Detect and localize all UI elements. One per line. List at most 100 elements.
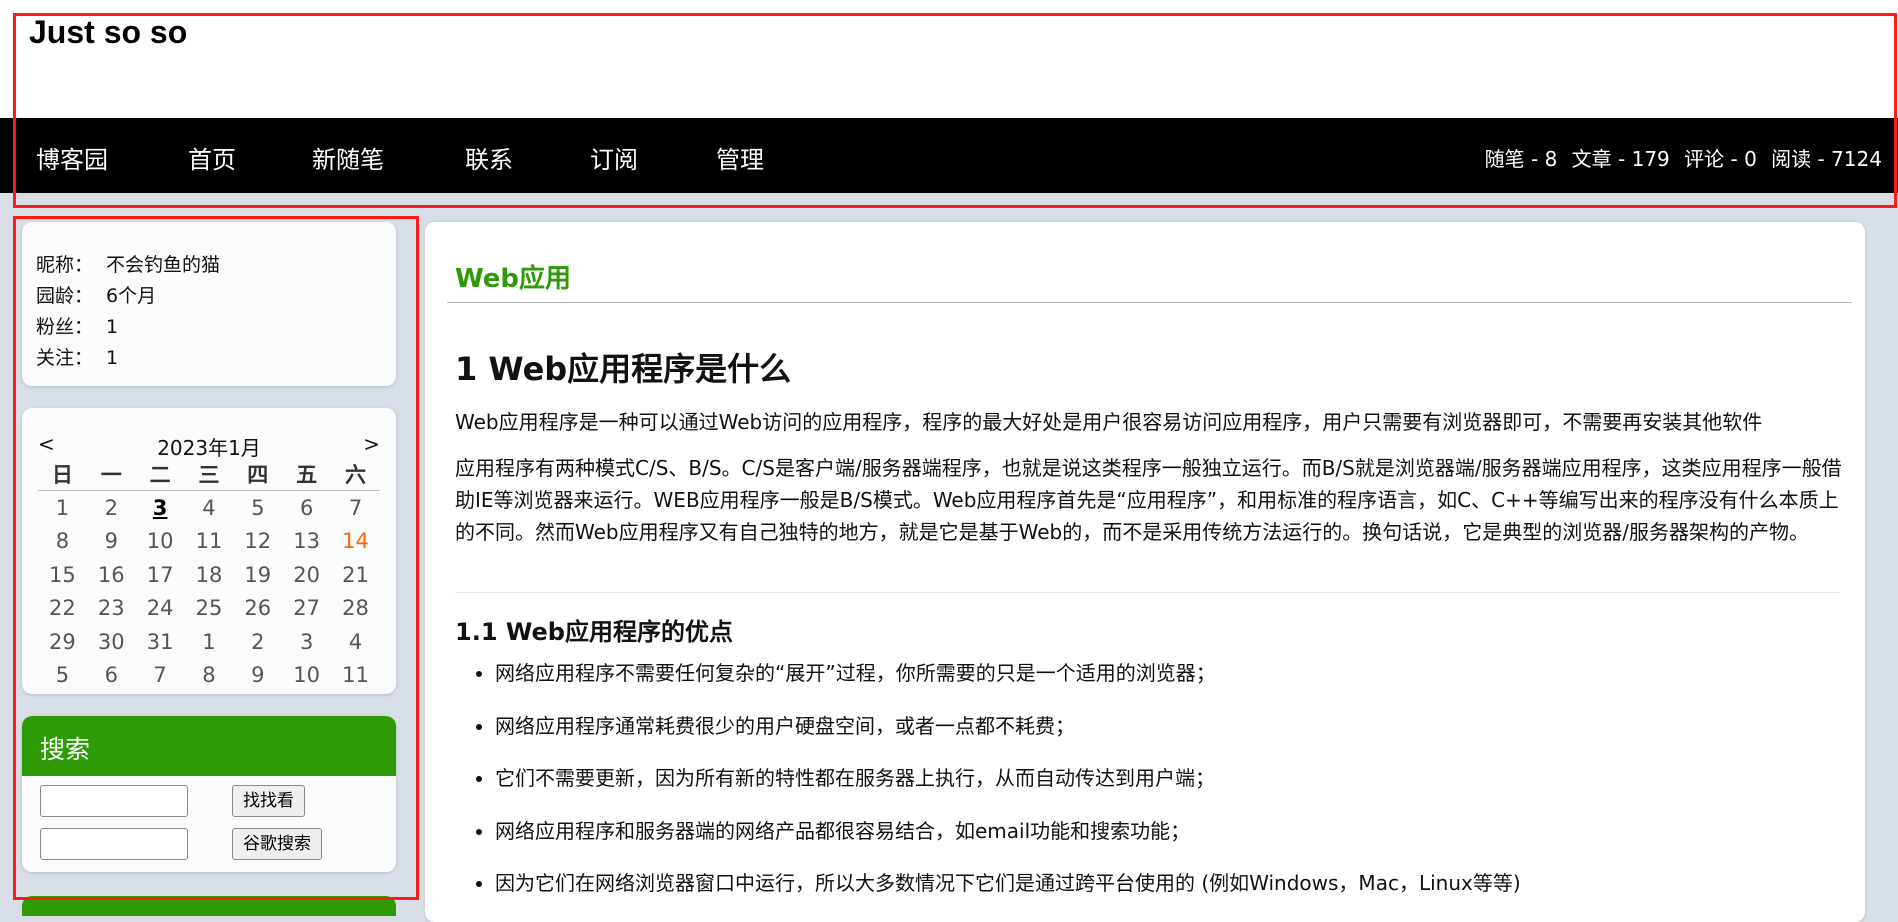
stat-reads: 阅读 - 7124: [1771, 147, 1882, 171]
calendar-day[interactable]: 31: [136, 625, 185, 659]
calendar-day[interactable]: 3: [282, 625, 331, 659]
profile-value[interactable]: 1: [106, 316, 118, 338]
calendar-weekday: 六: [331, 458, 380, 491]
calendar-weekday: 五: [282, 458, 332, 491]
calendar-grid: 日一二三四五六 1 2 3 4 5 6 7 8 9 10 11 12 13 14 15 16 17 18 19 20 2…: [38, 458, 380, 692]
subsection-heading: 1.1 Web应用程序的优点: [455, 618, 733, 646]
blog-header: Just so so: [0, 0, 1898, 118]
calendar-day[interactable]: 7: [136, 659, 185, 693]
calendar-day[interactable]: 8: [38, 525, 87, 559]
nav-item-new-post[interactable]: 新随笔: [312, 140, 384, 175]
blog-title[interactable]: Just so so: [29, 14, 187, 51]
profile-value[interactable]: 1: [106, 347, 118, 369]
list-item: 因为它们在网络浏览器窗口中运行，所以大多数情况下它们是通过跨平台使用的 (例如W…: [495, 868, 1865, 921]
profile-label: 关注：: [36, 347, 94, 369]
calendar-day[interactable]: 13: [282, 525, 331, 559]
search-title: 搜索: [40, 735, 91, 764]
calendar-day[interactable]: 26: [233, 592, 282, 626]
calendar-day[interactable]: 18: [185, 558, 234, 592]
calendar-day[interactable]: 9: [87, 525, 136, 559]
calendar-day[interactable]: 19: [233, 558, 282, 592]
calendar-day[interactable]: 2: [233, 625, 282, 659]
calendar-day[interactable]: 1: [185, 625, 234, 659]
calendar-day[interactable]: 10: [282, 659, 331, 693]
calendar-day[interactable]: 1: [38, 491, 87, 525]
profile-value[interactable]: 6个月: [106, 285, 156, 307]
calendar-day[interactable]: 24: [136, 592, 185, 626]
calendar-days: 1 2 3 4 5 6 7 8 9 10 11 12 13 14 15 16 17 18 19 20 21 22 23 24 2…: [38, 491, 380, 693]
calendar-day[interactable]: 28: [331, 592, 380, 626]
calendar-week-row: 8 9 10 11 12 13 14: [38, 525, 380, 559]
calendar-day[interactable]: 8: [185, 659, 234, 693]
calendar-day[interactable]: 4: [185, 491, 234, 525]
paragraph-intro: Web应用程序是一种可以通过Web访问的应用程序，程序的最大好处是用户很容易访问…: [455, 410, 1763, 434]
calendar-day[interactable]: 12: [233, 525, 282, 559]
nav-item-subscribe[interactable]: 订阅: [590, 140, 638, 175]
profile-value[interactable]: 不会钓鱼的猫: [106, 254, 220, 276]
calendar-weekday: 三: [184, 458, 234, 491]
nav-item-admin[interactable]: 管理: [716, 140, 764, 175]
calendar-day[interactable]: 30: [87, 625, 136, 659]
calendar-week-row: 5 6 7 8 9 10 11: [38, 659, 380, 693]
calendar-day[interactable]: 14: [331, 525, 380, 559]
stat-articles: 文章 - 179: [1571, 147, 1670, 171]
paragraph-modes: 应用程序有两种模式C/S、B/S。C/S是客户端/服务器端程序，也就是说这类程序…: [455, 456, 1842, 544]
calendar-day[interactable]: 10: [136, 525, 185, 559]
calendar-weekday: 日: [38, 458, 87, 491]
calendar-day[interactable]: 11: [185, 525, 234, 559]
google-search-input[interactable]: [40, 828, 188, 860]
find-button[interactable]: 找找看: [232, 785, 305, 817]
calendar-weekday: 一: [86, 458, 136, 491]
calendar-day[interactable]: 27: [282, 592, 331, 626]
calendar-title: 2023年1月: [157, 436, 261, 460]
calendar-day[interactable]: 11: [331, 659, 380, 693]
post-title[interactable]: Web应用: [455, 258, 571, 295]
nav-item-contact[interactable]: 联系: [465, 140, 513, 175]
nav-item-cnblogs[interactable]: 博客园: [36, 140, 108, 175]
profile-label: 园龄：: [36, 285, 94, 307]
post-body: Web应用 1 Web应用程序是什么 Web应用程序是一种可以通过Web访问的应…: [425, 222, 1865, 922]
calendar-next-button[interactable]: >: [363, 432, 380, 456]
calendar-day[interactable]: 5: [38, 659, 87, 693]
nav-item-home[interactable]: 首页: [188, 140, 236, 175]
search-input[interactable]: [40, 785, 188, 817]
profile-age: 园龄： 6个月: [36, 281, 156, 308]
calendar-day[interactable]: 7: [331, 491, 380, 525]
calendar-week-row: 22 23 24 25 26 27 28: [38, 592, 380, 626]
calendar-day[interactable]: 15: [38, 558, 87, 592]
calendar-day[interactable]: 3: [136, 491, 185, 525]
calendar-day[interactable]: 4: [331, 625, 380, 659]
calendar-day[interactable]: 22: [38, 592, 87, 626]
profile-label: 昵称：: [36, 254, 94, 276]
title-divider: [447, 302, 1852, 303]
advantages-list: 网络应用程序不需要任何复杂的“展开”过程，你所需要的只是一个适用的浏览器； 网络…: [455, 658, 1865, 921]
list-item: 它们不需要更新，因为所有新的特性都在服务器上执行，从而自动传达到用户端；: [495, 763, 1865, 816]
stat-posts: 随笔 - 8: [1484, 147, 1558, 171]
calendar-day[interactable]: 2: [87, 491, 136, 525]
list-item: 网络应用程序和服务器端的网络产品都很容易结合，如email功能和搜索功能；: [495, 816, 1865, 869]
calendar-day[interactable]: 9: [233, 659, 282, 693]
google-search-button[interactable]: 谷歌搜索: [232, 828, 322, 860]
calendar-day[interactable]: 29: [38, 625, 87, 659]
calendar-day[interactable]: 25: [185, 592, 234, 626]
stat-comments: 评论 - 0: [1684, 147, 1757, 171]
profile-nickname: 昵称： 不会钓鱼的猫: [36, 250, 220, 277]
list-item: 网络应用程序通常耗费很少的用户硬盘空间，或者一点都不耗费；: [495, 711, 1865, 764]
calendar-day[interactable]: 16: [87, 558, 136, 592]
calendar-day[interactable]: 17: [136, 558, 185, 592]
paragraph-divider: [455, 592, 1840, 593]
calendar-week-row: 15 16 17 18 19 20 21: [38, 558, 380, 592]
calendar-day[interactable]: 20: [282, 558, 331, 592]
search-header: 搜索: [22, 716, 396, 776]
calendar-week-row: 29 30 31 1 2 3 4: [38, 625, 380, 659]
calendar-day[interactable]: 6: [87, 659, 136, 693]
search-card: 搜索 找找看 谷歌搜索: [22, 716, 396, 872]
calendar-day[interactable]: 21: [331, 558, 380, 592]
calendar-day[interactable]: 6: [282, 491, 331, 525]
next-sidebar-card: [22, 896, 396, 916]
calendar-day[interactable]: 5: [233, 491, 282, 525]
calendar-day[interactable]: 23: [87, 592, 136, 626]
calendar-weekday: 二: [135, 458, 185, 491]
calendar-week-row: 1234567: [38, 491, 380, 525]
calendar-weekday-row: 日一二三四五六: [38, 458, 380, 491]
